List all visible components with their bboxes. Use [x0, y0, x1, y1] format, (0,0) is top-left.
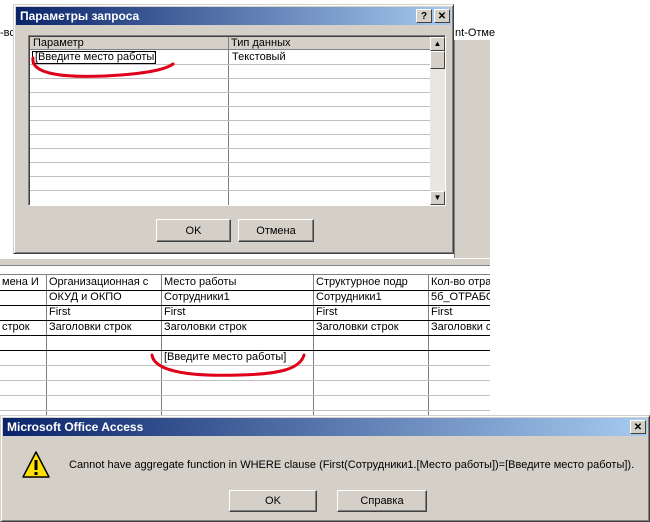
scroll-thumb[interactable]	[430, 51, 445, 69]
grid-cell[interactable]: Кол-во отра	[429, 276, 490, 288]
grid-cell[interactable]: Заголовки строк	[314, 321, 428, 333]
param-dialog-title: Параметры запроса	[20, 9, 140, 23]
grid-cell[interactable]: Заголовки с	[429, 321, 490, 333]
grid-cell[interactable]: Сотрудники1	[162, 291, 313, 303]
grid-cell[interactable]: First	[162, 306, 313, 318]
grid-cell[interactable]: Заголовки строк	[162, 321, 313, 333]
grid-cell[interactable]: First	[314, 306, 428, 318]
grid-cell[interactable]: First	[429, 306, 490, 318]
param-dialog-titlebar[interactable]: Параметры запроса	[16, 7, 451, 25]
design-grid: мена И Организационная с Место работы Ст…	[0, 266, 490, 416]
grid-cell[interactable]: строк	[0, 321, 46, 333]
red-annotation-parameter	[31, 56, 175, 78]
error-dialog: Microsoft Office Access ✕ Cannot have ag…	[0, 415, 650, 522]
param-ok-button[interactable]: OK	[156, 219, 231, 242]
column-header-parameter: Параметр	[33, 37, 84, 49]
warning-icon	[22, 451, 50, 478]
grid-cell[interactable]: 5б_ОТРАБО	[429, 291, 490, 303]
grid-cell[interactable]: First	[47, 306, 161, 318]
grid-cell[interactable]: Организационная с	[47, 276, 161, 288]
close-icon[interactable]: ✕	[630, 420, 646, 434]
grid-cell[interactable]: ОКУД и ОКПО	[47, 291, 161, 303]
error-message: Cannot have aggregate function in WHERE …	[69, 459, 635, 471]
scroll-down-icon[interactable]: ▼	[430, 191, 445, 205]
param-type-cell[interactable]: Текстовый	[230, 51, 426, 64]
grid-cell[interactable]: Заголовки строк	[47, 321, 161, 333]
error-dialog-title: Microsoft Office Access	[7, 420, 144, 434]
param-grid-scrollbar[interactable]: ▲ ▼	[430, 37, 445, 205]
param-dialog: Параметры запроса ? ✕ Параметр Тип данны…	[13, 4, 454, 254]
column-header-datatype: Тип данных	[231, 37, 291, 49]
background-tab-right: nt-Отме	[455, 27, 496, 39]
grid-cell[interactable]: Сотрудники1	[314, 291, 428, 303]
error-ok-button[interactable]: OK	[229, 490, 317, 512]
splitter-bar[interactable]	[0, 258, 490, 266]
grid-cell[interactable]: Место работы	[162, 276, 313, 288]
scroll-up-icon[interactable]: ▲	[430, 37, 445, 51]
error-dialog-titlebar[interactable]: Microsoft Office Access	[3, 418, 647, 436]
background-pane	[454, 40, 490, 258]
help-button[interactable]: ?	[416, 9, 432, 23]
red-annotation-criteria	[150, 353, 306, 377]
grid-cell[interactable]: мена И	[0, 276, 46, 288]
close-icon[interactable]: ✕	[434, 9, 450, 23]
param-cancel-button[interactable]: Отмена	[238, 219, 314, 242]
error-help-button[interactable]: Справка	[337, 490, 427, 512]
grid-cell[interactable]: Структурное подр	[314, 276, 428, 288]
